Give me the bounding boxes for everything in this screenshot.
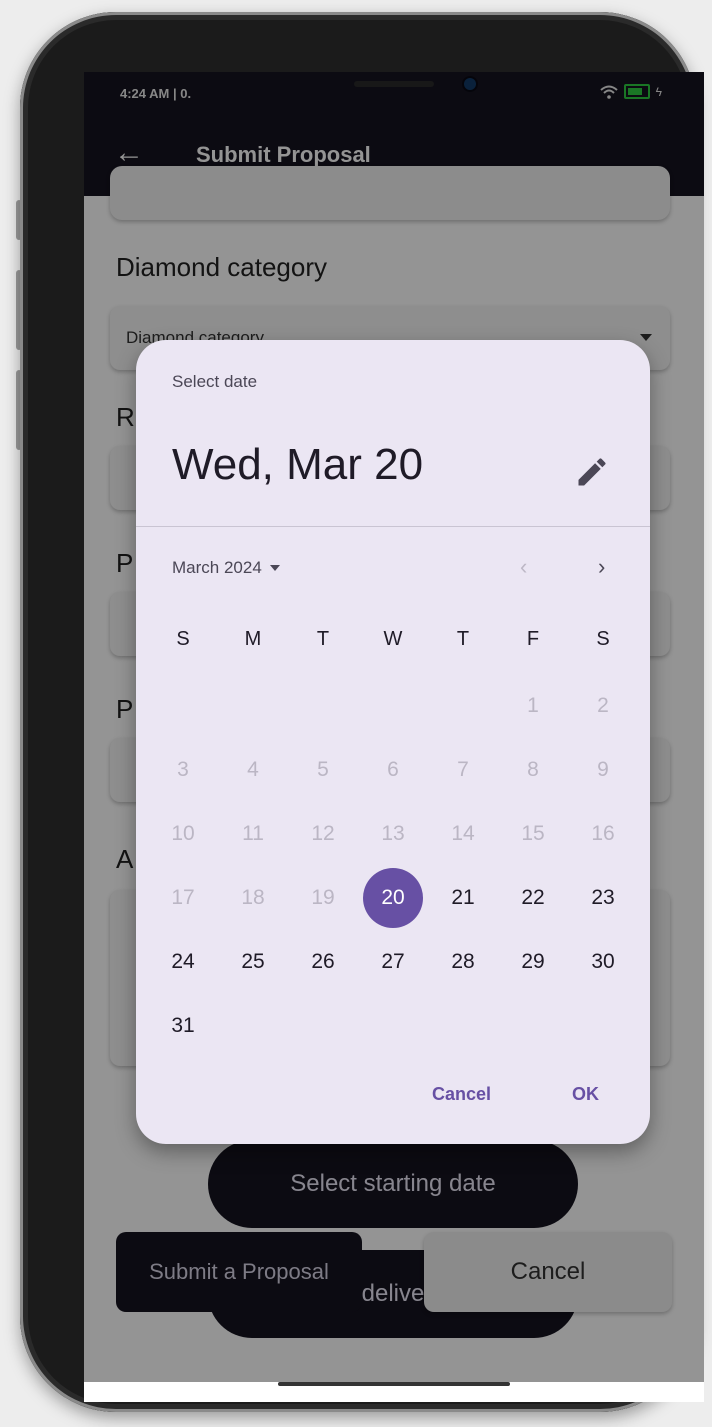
phone-frame: 4:24 AM | 0. ϟ ← Submit Proposal Diamond… (20, 12, 704, 1412)
calendar-day: 5 (288, 738, 358, 802)
month-year-selector[interactable]: March 2024 (172, 558, 280, 578)
calendar-blank-cell (358, 674, 428, 738)
calendar-day-number: 13 (381, 822, 405, 845)
calendar-day: 7 (428, 738, 498, 802)
calendar-day-number: 20 (363, 868, 423, 928)
calendar-day-number: 18 (241, 886, 265, 909)
calendar-day-number: 19 (311, 886, 335, 909)
header-divider (136, 526, 650, 527)
calendar-day-selected[interactable]: 20 (358, 866, 428, 930)
calendar-day: 9 (568, 738, 638, 802)
calendar-day: 8 (498, 738, 568, 802)
calendar-day-number: 26 (311, 950, 335, 973)
calendar-day-number: 5 (317, 758, 329, 781)
weekday-header-row: SMTWTFS (148, 628, 638, 651)
calendar-day[interactable]: 22 (498, 866, 568, 930)
calendar-day: 3 (148, 738, 218, 802)
calendar-day[interactable]: 31 (148, 994, 218, 1058)
calendar-blank-cell (148, 674, 218, 738)
calendar-day-number: 4 (247, 758, 259, 781)
calendar-day-number: 1 (527, 694, 539, 717)
calendar-day: 1 (498, 674, 568, 738)
dropdown-caret-icon (269, 565, 280, 571)
weekday-label: S (596, 628, 610, 650)
calendar-day: 4 (218, 738, 288, 802)
calendar-day-number: 9 (597, 758, 609, 781)
calendar-blank-cell (218, 674, 288, 738)
weekday-label: M (244, 628, 262, 650)
calendar-day-number: 14 (451, 822, 475, 845)
calendar-day-number: 3 (177, 758, 189, 781)
calendar-day-number: 17 (171, 886, 195, 909)
calendar-day-number: 8 (527, 758, 539, 781)
home-indicator (278, 1382, 510, 1386)
calendar-day-number: 25 (241, 950, 265, 973)
calendar-day: 16 (568, 802, 638, 866)
calendar-day: 2 (568, 674, 638, 738)
calendar-day-number: 10 (171, 822, 195, 845)
calendar-day[interactable]: 23 (568, 866, 638, 930)
calendar-day-number: 31 (171, 1014, 195, 1037)
calendar-day: 18 (218, 866, 288, 930)
calendar-day: 11 (218, 802, 288, 866)
calendar-day-number: 7 (457, 758, 469, 781)
calendar-day-number: 12 (311, 822, 335, 845)
calendar-day-number: 11 (242, 822, 264, 845)
calendar-day: 15 (498, 802, 568, 866)
chevron-right-icon[interactable]: › (598, 554, 605, 580)
calendar-day[interactable]: 24 (148, 930, 218, 994)
calendar-day: 12 (288, 802, 358, 866)
selected-date-display: Wed, Mar 20 (172, 440, 424, 489)
calendar-day-number: 28 (451, 950, 475, 973)
screen: 4:24 AM | 0. ϟ ← Submit Proposal Diamond… (84, 72, 704, 1402)
calendar-day: 13 (358, 802, 428, 866)
weekday-label: T (316, 628, 330, 650)
calendar-day[interactable]: 25 (218, 930, 288, 994)
calendar-days-grid: 1 2 3 4 5 6 7 8 9 10 11 12 13 14 15 16 17 18 19 20 21 22 23 24 2… (148, 674, 638, 1058)
calendar-day: 10 (148, 802, 218, 866)
calendar-day-number: 22 (521, 886, 545, 909)
calendar-day-number: 23 (591, 886, 615, 909)
calendar-day-number: 6 (387, 758, 399, 781)
calendar-day-number: 27 (381, 950, 405, 973)
calendar-day[interactable]: 30 (568, 930, 638, 994)
weekday-label: T (456, 628, 470, 650)
calendar-day: 14 (428, 802, 498, 866)
pencil-icon[interactable] (574, 454, 610, 490)
chevron-left-icon[interactable]: ‹ (520, 554, 527, 580)
calendar-day[interactable]: 29 (498, 930, 568, 994)
calendar-day[interactable]: 27 (358, 930, 428, 994)
date-picker-headline: Select date (172, 372, 258, 391)
calendar-day-number: 16 (591, 822, 615, 845)
calendar-day: 17 (148, 866, 218, 930)
calendar-blank-cell (428, 674, 498, 738)
calendar-day-number: 21 (451, 886, 475, 909)
calendar-day[interactable]: 28 (428, 930, 498, 994)
calendar-day[interactable]: 26 (288, 930, 358, 994)
weekday-label: S (176, 628, 190, 650)
calendar-blank-cell (288, 674, 358, 738)
calendar-day-number: 24 (171, 950, 195, 973)
dialog-cancel-button[interactable]: Cancel (432, 1084, 491, 1105)
month-year-label: March 2024 (172, 558, 262, 577)
date-picker-dialog: Select date Wed, Mar 20 March 2024 ‹ › S… (136, 340, 650, 1144)
calendar-day-number: 15 (521, 822, 545, 845)
calendar-day-number: 29 (521, 950, 545, 973)
weekday-label: F (526, 628, 540, 650)
calendar-day: 19 (288, 866, 358, 930)
weekday-label: W (383, 628, 403, 650)
calendar-day: 6 (358, 738, 428, 802)
calendar-day-number: 30 (591, 950, 615, 973)
calendar-day-number: 2 (597, 694, 609, 717)
calendar-day[interactable]: 21 (428, 866, 498, 930)
dialog-ok-button[interactable]: OK (572, 1084, 599, 1105)
